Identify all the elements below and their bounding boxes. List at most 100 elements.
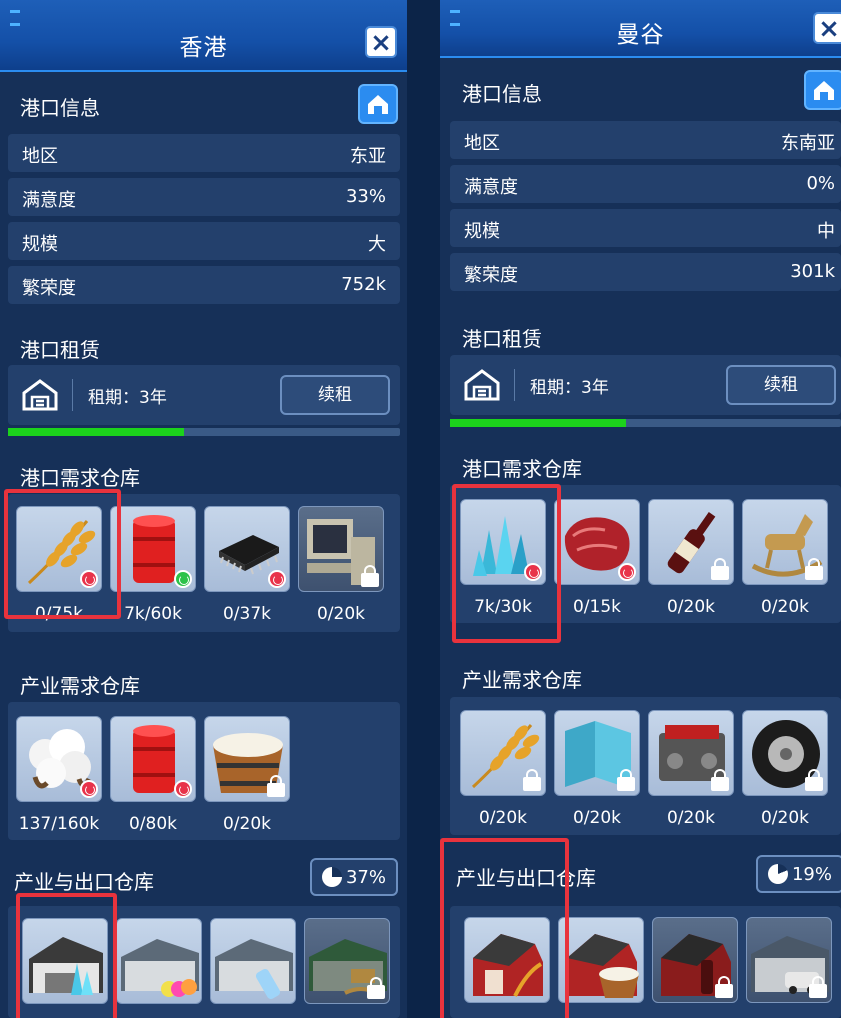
- highlight-box: [452, 484, 561, 643]
- info-row-prosperity: 繁荣度 301k: [450, 253, 841, 291]
- info-row-region: 地区 东南亚: [450, 121, 841, 159]
- milk-bucket-slot[interactable]: [204, 716, 290, 802]
- lease-progress-bar: [8, 428, 400, 436]
- unhappy-icon: [174, 780, 192, 798]
- info-label: 规模: [22, 234, 58, 255]
- export-title: 产业与出口仓库: [14, 870, 154, 894]
- quantity-label: 0/20k: [316, 604, 366, 624]
- info-row-scale: 规模 大: [8, 222, 400, 260]
- cotton-slot[interactable]: [16, 716, 102, 802]
- info-value: 33%: [345, 186, 386, 207]
- car-factory-slot[interactable]: [746, 917, 832, 1003]
- renew-button[interactable]: 续租: [280, 375, 390, 415]
- engine-slot[interactable]: [648, 710, 734, 796]
- close-button[interactable]: ×: [813, 12, 841, 44]
- port-house-icon: [22, 379, 58, 411]
- lock-icon: [361, 565, 379, 587]
- info-label: 繁荣度: [22, 278, 76, 299]
- port-house-icon: [814, 81, 834, 100]
- port-info-title: 港口信息: [462, 82, 542, 106]
- lease-row: 租期：3年 续租: [450, 355, 841, 415]
- quantity-label: 0/20k: [222, 814, 272, 834]
- toy-factory-slot[interactable]: [304, 918, 390, 1004]
- highlight-box: [16, 893, 117, 1018]
- wine-slot[interactable]: [648, 499, 734, 585]
- panel-header: 曼谷 ×: [440, 0, 841, 58]
- lease-title: 港口租赁: [20, 338, 100, 362]
- meat-slot[interactable]: [554, 499, 640, 585]
- export-percentage[interactable]: 37%: [310, 858, 398, 896]
- dairy-barn-slot[interactable]: [558, 917, 644, 1003]
- export-percentage-value: 19%: [791, 864, 832, 885]
- lease-row: 租期：3年 续租: [8, 365, 400, 425]
- quantity-label: 0/20k: [666, 808, 716, 828]
- wheat-slot[interactable]: [460, 710, 546, 796]
- glass-panel-slot[interactable]: [554, 710, 640, 796]
- lease-term: 租期：3年: [530, 378, 609, 398]
- lock-icon: [711, 558, 729, 580]
- port-title: 香港: [179, 35, 228, 61]
- port-info-title: 港口信息: [20, 96, 100, 120]
- port-panel-bangkok: 曼谷 × 港口信息 地区 东南亚 满意度 0% 规模 中 繁荣度 301k 港口…: [440, 0, 841, 1018]
- lease-progress-fill: [8, 428, 185, 436]
- lock-icon: [805, 769, 823, 791]
- export-percentage[interactable]: 19%: [756, 855, 841, 893]
- unhappy-icon: [80, 780, 98, 798]
- lease-progress-bar: [450, 419, 841, 427]
- quantity-label: 0/20k: [666, 597, 716, 617]
- microchip-slot[interactable]: [204, 506, 290, 592]
- port-demand-title: 港口需求仓库: [20, 466, 140, 490]
- quantity-label: 0/20k: [760, 597, 810, 617]
- info-label: 规模: [464, 221, 500, 242]
- info-value: 中: [817, 221, 835, 242]
- info-row-region: 地区 东亚: [8, 134, 400, 172]
- lock-icon: [805, 558, 823, 580]
- lock-icon: [367, 977, 385, 999]
- info-value: 东亚: [350, 146, 386, 167]
- lease-term: 租期：3年: [88, 388, 167, 408]
- panel-gap: [407, 0, 440, 1018]
- info-label: 地区: [464, 133, 500, 154]
- industry-demand-title: 产业需求仓库: [462, 668, 582, 692]
- info-row-prosperity: 繁荣度 752k: [8, 266, 400, 304]
- plastic-factory-slot[interactable]: [210, 918, 296, 1004]
- happy-icon: [174, 570, 192, 588]
- quantity-label: 137/160k: [18, 814, 100, 834]
- quantity-label: 0/20k: [572, 808, 622, 828]
- oil-barrel-slot[interactable]: [110, 716, 196, 802]
- textile-factory-icon: [121, 939, 199, 997]
- tire-slot[interactable]: [742, 710, 828, 796]
- export-percentage-value: 37%: [345, 867, 386, 888]
- unhappy-icon: [618, 563, 636, 581]
- info-label: 地区: [22, 146, 58, 167]
- close-button[interactable]: ×: [365, 26, 397, 58]
- computer-slot[interactable]: [298, 506, 384, 592]
- info-value: 752k: [341, 274, 386, 295]
- highlight-box: [4, 489, 121, 619]
- quantity-label: 0/37k: [222, 604, 272, 624]
- lock-icon: [711, 769, 729, 791]
- unhappy-icon: [268, 570, 286, 588]
- panel-header: 香港 ×: [0, 0, 407, 72]
- port-house-icon: [368, 95, 388, 114]
- info-value: 大: [368, 234, 386, 255]
- pie-chart-icon: [322, 867, 342, 887]
- pie-chart-icon: [768, 864, 788, 884]
- info-label: 满意度: [464, 177, 518, 198]
- winery-barn-slot[interactable]: [652, 917, 738, 1003]
- port-info-button[interactable]: [804, 70, 841, 110]
- textile-factory-slot[interactable]: [116, 918, 202, 1004]
- lease-progress-fill: [450, 419, 626, 427]
- oil-barrel-slot[interactable]: [110, 506, 196, 592]
- lock-icon: [617, 769, 635, 791]
- renew-button[interactable]: 续租: [726, 365, 836, 405]
- info-row-satisfaction: 满意度 0%: [450, 165, 841, 203]
- port-info-button[interactable]: [358, 84, 398, 124]
- info-row-scale: 规模 中: [450, 209, 841, 247]
- highlight-box: [440, 838, 569, 1018]
- info-value: 东南亚: [781, 133, 835, 154]
- quantity-label: 0/80k: [128, 814, 178, 834]
- plastic-factory-icon: [215, 939, 293, 1000]
- port-house-icon: [464, 369, 500, 401]
- rocking-horse-slot[interactable]: [742, 499, 828, 585]
